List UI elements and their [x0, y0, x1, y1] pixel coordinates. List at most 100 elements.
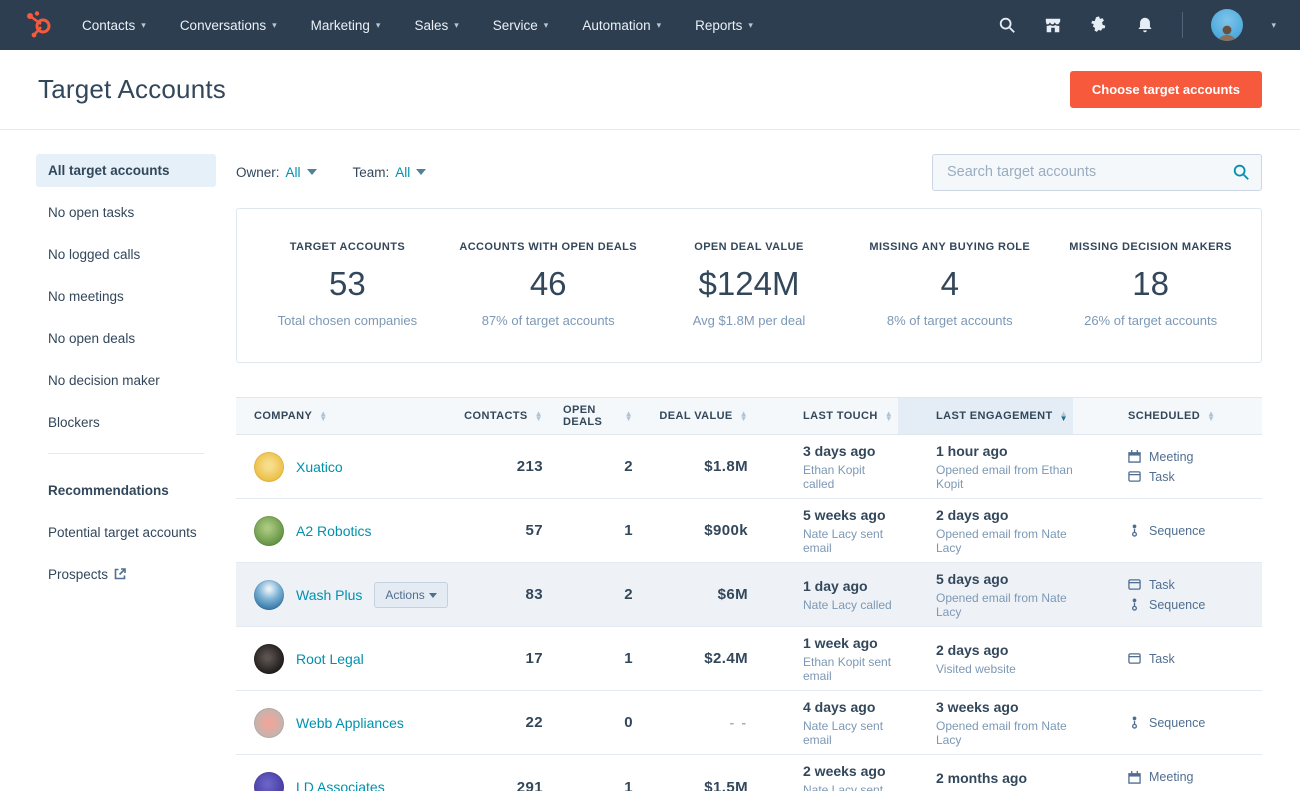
notifications-bell-icon[interactable] — [1136, 16, 1154, 34]
sidebar-item-no-logged-calls[interactable]: No logged calls — [36, 238, 216, 271]
last-engagement-detail: Opened email from Nate Lacy — [936, 527, 1073, 555]
recommendations-heading: Recommendations — [36, 474, 216, 507]
company-avatar — [254, 580, 284, 610]
company-avatar — [254, 644, 284, 674]
open-deals-count: 1 — [624, 779, 633, 791]
table-row-hovered: Wash Plus Actions 83 2 $6M 1 day agoNate… — [236, 563, 1262, 627]
last-touch-detail: Ethan Kopit sent email — [803, 655, 898, 683]
sort-descending-icon: ▲▼ — [1060, 411, 1068, 421]
task-icon — [1128, 578, 1141, 591]
column-header-last-touch[interactable]: LAST TOUCH▲▼ — [758, 398, 898, 434]
team-filter[interactable]: Team: All — [353, 165, 427, 180]
column-header-contacts[interactable]: CONTACTS▲▼ — [483, 398, 563, 434]
sequence-icon — [1128, 716, 1141, 729]
sort-icon: ▲▼ — [535, 411, 543, 421]
scheduled-sequence: Sequence — [1128, 716, 1262, 730]
table-row: A2 Robotics 57 1 $900k 5 weeks agoNate L… — [236, 499, 1262, 563]
open-deals-count: 1 — [624, 650, 633, 667]
menu-conversations[interactable]: Conversations▾ — [180, 18, 277, 33]
last-engagement-time: 2 days ago — [936, 507, 1073, 523]
menu-sales[interactable]: Sales▾ — [414, 18, 458, 33]
company-link[interactable]: Root Legal — [296, 651, 364, 667]
main-menu: Contacts▾ Conversations▾ Marketing▾ Sale… — [82, 18, 753, 33]
menu-reports[interactable]: Reports▾ — [695, 18, 753, 33]
column-header-scheduled[interactable]: SCHEDULED▲▼ — [1073, 398, 1262, 434]
sidebar-item-prospects[interactable]: Prospects — [36, 558, 216, 591]
page-title: Target Accounts — [38, 74, 226, 105]
task-icon — [1128, 470, 1141, 483]
column-header-company[interactable]: COMPANY▲▼ — [236, 398, 483, 434]
search-target-accounts-input[interactable] — [932, 154, 1262, 191]
last-engagement-detail: Opened email from Nate Lacy — [936, 591, 1073, 619]
last-touch-detail: Nate Lacy sent email — [803, 527, 898, 555]
menu-contacts[interactable]: Contacts▾ — [82, 18, 146, 33]
column-header-open-deals[interactable]: OPEN DEALS▲▼ — [563, 398, 658, 434]
search-icon[interactable] — [998, 16, 1016, 34]
column-header-last-engagement[interactable]: LAST ENGAGEMENT▲▼ — [898, 398, 1073, 434]
row-actions-button[interactable]: Actions — [374, 582, 447, 608]
last-touch-detail: Nate Lacy sent email — [803, 783, 898, 791]
last-touch-time: 2 weeks ago — [803, 763, 898, 779]
sidebar-item-no-meetings[interactable]: No meetings — [36, 280, 216, 313]
menu-marketing[interactable]: Marketing▾ — [311, 18, 381, 33]
chevron-down-icon — [307, 169, 317, 175]
menu-service[interactable]: Service▾ — [493, 18, 549, 33]
last-engagement-time: 2 months ago — [936, 770, 1027, 786]
deal-value-empty: - - — [730, 715, 748, 730]
menu-automation[interactable]: Automation▾ — [582, 18, 661, 33]
company-link[interactable]: LD Associates — [296, 779, 385, 791]
contacts-count: 291 — [517, 779, 543, 791]
chevron-down-icon: ▾ — [454, 20, 459, 31]
scheduled-sequence: Sequence — [1128, 524, 1262, 538]
sort-icon: ▲▼ — [1207, 411, 1215, 421]
company-link[interactable]: Xuatico — [296, 459, 343, 475]
last-engagement-detail: Opened email from Ethan Kopit — [936, 463, 1073, 491]
contacts-count: 17 — [526, 650, 544, 667]
scheduled-task: Task — [1128, 578, 1262, 592]
owner-filter[interactable]: Owner: All — [236, 165, 317, 180]
last-touch-time: 3 days ago — [803, 443, 898, 459]
chevron-down-icon — [429, 593, 437, 598]
sidebar-item-no-decision-maker[interactable]: No decision maker — [36, 364, 216, 397]
last-engagement-detail: Opened email from Nate Lacy — [936, 719, 1073, 747]
filter-bar: Owner: All Team: All — [236, 154, 1262, 190]
stat-missing-any-buying-role: MISSING ANY BUYING ROLE48% of target acc… — [849, 241, 1050, 328]
sidebar-item-no-open-deals[interactable]: No open deals — [36, 322, 216, 355]
sidebar-item-potential-target-accounts[interactable]: Potential target accounts — [36, 516, 216, 549]
table-row: LD Associates 291 1 $1.5M 2 weeks agoNat… — [236, 755, 1262, 791]
sequence-icon — [1128, 598, 1141, 611]
open-deals-count: 2 — [624, 458, 633, 475]
sort-icon: ▲▼ — [319, 411, 327, 421]
last-touch-detail: Nate Lacy sent email — [803, 719, 898, 747]
chevron-down-icon[interactable]: ▾ — [1271, 20, 1276, 31]
page-header: Target Accounts Choose target accounts — [0, 50, 1300, 130]
task-icon — [1128, 652, 1141, 665]
company-link[interactable]: Wash Plus — [296, 587, 362, 603]
search-icon — [1232, 163, 1250, 181]
scheduled-task: Task — [1128, 470, 1262, 484]
table-header-row: COMPANY▲▼ CONTACTS▲▼ OPEN DEALS▲▼ DEAL V… — [236, 397, 1262, 435]
sidebar-item-all-target-accounts[interactable]: All target accounts — [36, 154, 216, 187]
last-touch-detail: Nate Lacy called — [803, 598, 898, 612]
company-avatar — [254, 708, 284, 738]
scheduled-sequence: Sequence — [1128, 598, 1262, 612]
deal-value: $6M — [718, 586, 748, 603]
last-engagement-detail: Visited website — [936, 662, 1016, 676]
chevron-down-icon: ▾ — [272, 20, 277, 31]
column-header-deal-value[interactable]: DEAL VALUE▲▼ — [658, 398, 758, 434]
marketplace-icon[interactable] — [1044, 16, 1062, 34]
settings-gear-icon[interactable] — [1090, 16, 1108, 34]
contacts-count: 83 — [526, 586, 544, 603]
stat-missing-decision-makers: MISSING DECISION MAKERS1826% of target a… — [1050, 241, 1251, 328]
sidebar: All target accounts No open tasks No log… — [36, 154, 236, 791]
user-avatar[interactable] — [1211, 9, 1243, 41]
deal-value: $900k — [704, 522, 748, 539]
company-link[interactable]: Webb Appliances — [296, 715, 404, 731]
sidebar-item-no-open-tasks[interactable]: No open tasks — [36, 196, 216, 229]
hubspot-logo-icon[interactable] — [24, 10, 54, 40]
choose-target-accounts-button[interactable]: Choose target accounts — [1070, 71, 1262, 108]
target-accounts-table: COMPANY▲▼ CONTACTS▲▼ OPEN DEALS▲▼ DEAL V… — [236, 397, 1262, 791]
open-deals-count: 2 — [624, 586, 633, 603]
company-link[interactable]: A2 Robotics — [296, 523, 371, 539]
sidebar-item-blockers[interactable]: Blockers — [36, 406, 216, 439]
